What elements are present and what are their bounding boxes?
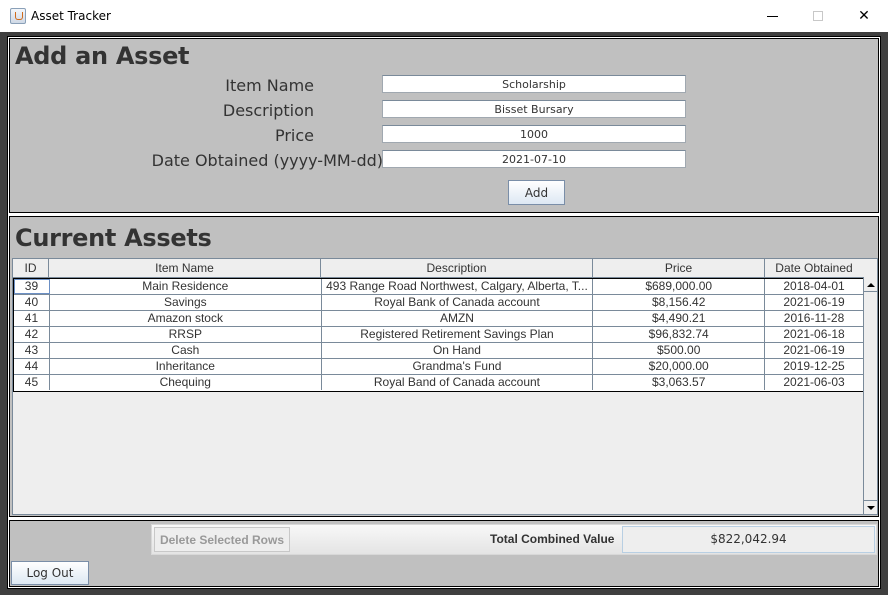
table-row[interactable]: 42 RRSP Registered Retirement Savings Pl…	[14, 327, 863, 343]
table-header: ID Item Name Description Price Date Obta…	[13, 259, 864, 278]
column-header-price[interactable]: Price	[593, 259, 765, 277]
cell-item-name[interactable]: Amazon stock	[50, 311, 322, 326]
arrow-down-icon	[866, 505, 875, 510]
title-bar: Asset Tracker ✕	[0, 0, 888, 32]
current-assets-panel: Current Assets ID Item Name Description …	[9, 216, 879, 517]
add-asset-panel: Add an Asset Item Name Description Price…	[9, 38, 879, 213]
table-row[interactable]: 44 Inheritance Grandma's Fund $20,000.00…	[14, 359, 863, 375]
scroll-down-button[interactable]	[864, 500, 877, 514]
add-asset-heading: Add an Asset	[15, 42, 190, 70]
cell-description[interactable]: 493 Range Road Northwest, Calgary, Alber…	[322, 279, 594, 294]
summary-bar: Delete Selected Rows Total Combined Valu…	[151, 524, 877, 555]
scroll-up-button[interactable]	[864, 278, 877, 292]
cell-description[interactable]: On Hand	[322, 343, 594, 358]
column-header-description[interactable]: Description	[321, 259, 593, 277]
description-label: Description	[222, 101, 314, 120]
price-input[interactable]	[382, 125, 686, 143]
cell-price[interactable]: $3,063.57	[593, 375, 766, 390]
cell-price[interactable]: $4,490.21	[593, 311, 766, 326]
table-row[interactable]: 40 Savings Royal Bank of Canada account …	[14, 295, 863, 311]
cell-date-obtained[interactable]: 2021-06-03	[765, 375, 863, 390]
vertical-scrollbar[interactable]	[863, 278, 877, 514]
delete-selected-rows-button[interactable]: Delete Selected Rows	[154, 527, 290, 552]
maximize-button[interactable]	[795, 0, 841, 32]
table-row[interactable]: 39 Main Residence 493 Range Road Northwe…	[14, 279, 863, 295]
column-header-id[interactable]: ID	[13, 259, 49, 277]
minimize-button[interactable]	[749, 0, 795, 32]
table-body: 39 Main Residence 493 Range Road Northwe…	[13, 278, 864, 392]
cell-description[interactable]: Registered Retirement Savings Plan	[322, 327, 594, 342]
cell-price[interactable]: $500.00	[593, 343, 766, 358]
cell-date-obtained[interactable]: 2021-06-18	[765, 327, 863, 342]
cell-date-obtained[interactable]: 2021-06-19	[765, 343, 863, 358]
cell-description[interactable]: AMZN	[322, 311, 594, 326]
java-app-icon	[10, 8, 26, 24]
current-assets-heading: Current Assets	[15, 224, 212, 252]
cell-id[interactable]: 40	[14, 295, 50, 310]
table-row[interactable]: 45 Chequing Royal Band of Canada account…	[14, 375, 863, 391]
log-out-button[interactable]: Log Out	[11, 561, 89, 585]
cell-price[interactable]: $96,832.74	[593, 327, 766, 342]
cell-description[interactable]: Royal Bank of Canada account	[322, 295, 594, 310]
description-input[interactable]	[382, 100, 686, 118]
cell-date-obtained[interactable]: 2021-06-19	[765, 295, 863, 310]
price-label: Price	[274, 126, 314, 145]
cell-item-name[interactable]: Savings	[50, 295, 322, 310]
date-obtained-input[interactable]	[382, 150, 686, 168]
cell-price[interactable]: $689,000.00	[593, 279, 766, 294]
table-row[interactable]: 41 Amazon stock AMZN $4,490.21 2016-11-2…	[14, 311, 863, 327]
cell-price[interactable]: $20,000.00	[593, 359, 766, 374]
close-icon: ✕	[858, 8, 870, 24]
cell-id[interactable]: 39	[14, 279, 50, 294]
total-combined-value-label: Total Combined Value	[490, 532, 615, 546]
minimize-icon	[766, 15, 778, 17]
total-combined-value-field: $822,042.94	[622, 526, 875, 553]
cell-item-name[interactable]: Chequing	[50, 375, 322, 390]
content-pane: Add an Asset Item Name Description Price…	[7, 36, 881, 589]
cell-date-obtained[interactable]: 2016-11-28	[765, 311, 863, 326]
cell-id[interactable]: 44	[14, 359, 50, 374]
cell-item-name[interactable]: Cash	[50, 343, 322, 358]
close-button[interactable]: ✕	[841, 0, 887, 32]
cell-item-name[interactable]: Main Residence	[50, 279, 322, 294]
column-header-date-obtained[interactable]: Date Obtained	[765, 259, 863, 277]
cell-id[interactable]: 45	[14, 375, 50, 390]
window-title: Asset Tracker	[31, 9, 111, 23]
item-name-label: Item Name	[225, 76, 314, 95]
table-row[interactable]: 43 Cash On Hand $500.00 2021-06-19	[14, 343, 863, 359]
date-obtained-label: Date Obtained (yyyy-MM-dd)	[151, 151, 383, 170]
add-button[interactable]: Add	[508, 180, 565, 205]
cell-id[interactable]: 42	[14, 327, 50, 342]
column-header-item-name[interactable]: Item Name	[49, 259, 321, 277]
cell-id[interactable]: 41	[14, 311, 50, 326]
footer-panel: Delete Selected Rows Total Combined Valu…	[9, 520, 879, 587]
cell-item-name[interactable]: Inheritance	[50, 359, 322, 374]
app-window: Asset Tracker ✕ Add an Asset Item Name D…	[0, 0, 888, 595]
item-name-input[interactable]	[382, 75, 686, 93]
cell-date-obtained[interactable]: 2018-04-01	[765, 279, 863, 294]
arrow-up-icon	[866, 282, 875, 287]
cell-item-name[interactable]: RRSP	[50, 327, 322, 342]
cell-description[interactable]: Grandma's Fund	[322, 359, 594, 374]
maximize-icon	[813, 11, 823, 21]
cell-price[interactable]: $8,156.42	[593, 295, 766, 310]
cell-description[interactable]: Royal Band of Canada account	[322, 375, 594, 390]
cell-id[interactable]: 43	[14, 343, 50, 358]
assets-table-scrollpane: ID Item Name Description Price Date Obta…	[12, 258, 878, 515]
cell-date-obtained[interactable]: 2019-12-25	[765, 359, 863, 374]
